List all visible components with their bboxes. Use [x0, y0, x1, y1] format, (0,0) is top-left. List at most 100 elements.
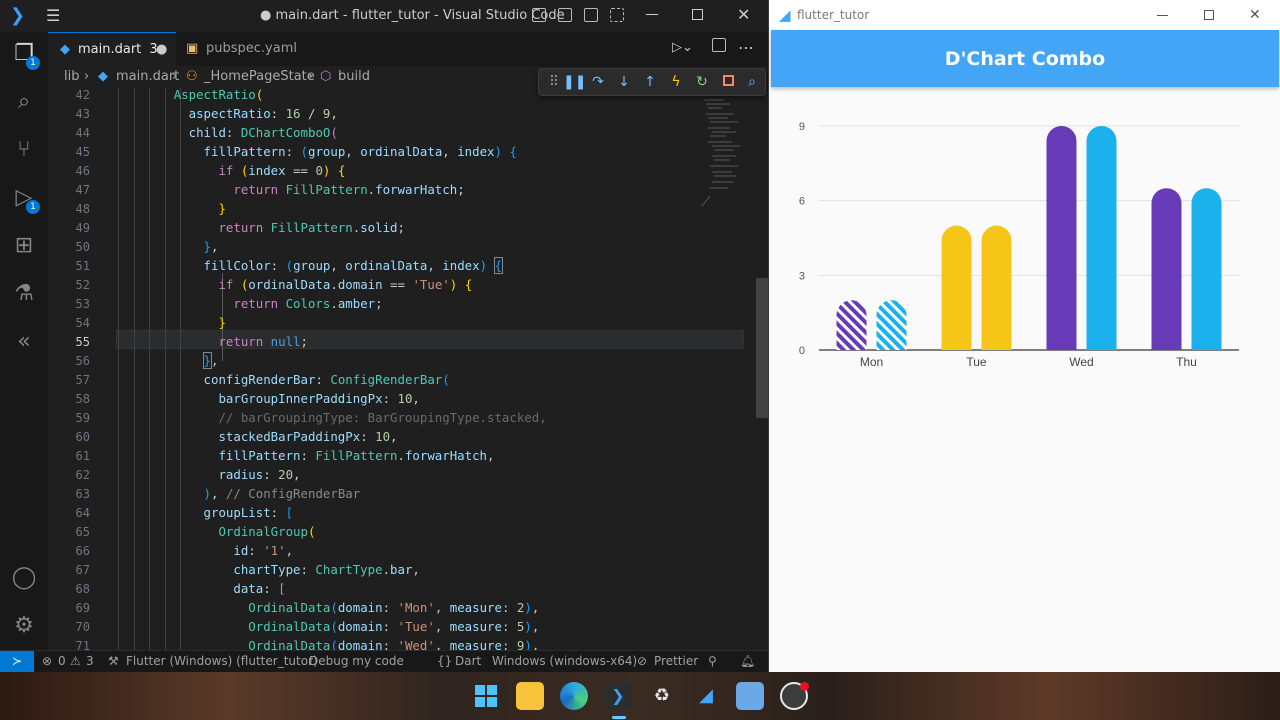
- feedback-icon[interactable]: ⚲: [708, 651, 717, 672]
- close-icon[interactable]: ✕: [1249, 0, 1261, 30]
- stop-icon[interactable]: [719, 73, 737, 91]
- recording-indicator-icon: [800, 682, 809, 691]
- notifications-bell-icon[interactable]: 🔔︎: [740, 651, 755, 672]
- code-editor[interactable]: 42 43 44 45 46 47 48 49 50 51 52 53 54 5…: [48, 88, 756, 650]
- breadcrumb-file[interactable]: main.dart: [116, 66, 179, 88]
- problems-error-icon[interactable]: ⊗: [42, 651, 52, 672]
- bar-wed-series-1[interactable]: [1046, 126, 1077, 350]
- breadcrumb-class[interactable]: _HomePageState: [204, 66, 315, 88]
- code-line: }: [218, 315, 226, 330]
- breadcrumb-separator-icon: ›: [84, 69, 90, 84]
- pause-icon[interactable]: ❚❚: [563, 73, 586, 91]
- flutter-session[interactable]: Flutter (Windows) (flutter_tutor): [126, 651, 318, 672]
- code-line: stackedBarPaddingPx: 10,: [218, 429, 398, 444]
- braces-icon: {}: [437, 654, 453, 668]
- breadcrumb-separator-icon: ›: [308, 69, 314, 84]
- search-icon[interactable]: ⌕: [10, 88, 38, 116]
- drag-handle-icon[interactable]: ⠿: [545, 73, 563, 91]
- prettier-status[interactable]: Prettier: [654, 651, 698, 672]
- bar-thu-series-1[interactable]: [1151, 188, 1182, 350]
- bar-tue-series-2[interactable]: [981, 225, 1012, 350]
- line-number: 45: [75, 145, 90, 159]
- y-tick-label: 3: [799, 270, 805, 282]
- line-number: 52: [75, 278, 90, 292]
- minimize-icon[interactable]: [646, 14, 658, 15]
- line-number: 64: [75, 506, 90, 520]
- editor-scrollbar[interactable]: [756, 88, 768, 650]
- bar-wed-series-2[interactable]: [1086, 126, 1117, 350]
- file-explorer-icon[interactable]: [516, 682, 544, 710]
- status-bar: ≻ ⊗ 0 ⚠ 3 ⚒ Flutter (Windows) (flutter_t…: [0, 650, 768, 672]
- account-icon[interactable]: ◯: [10, 564, 38, 592]
- notepad-icon[interactable]: [736, 682, 764, 710]
- line-number: 62: [75, 468, 90, 482]
- debug-mode[interactable]: Debug my code: [309, 651, 404, 672]
- code-line: OrdinalData(domain: 'Wed', measure: 9),: [248, 638, 540, 650]
- vscode-taskbar-icon[interactable]: ❯: [604, 682, 632, 710]
- customize-layout-icon[interactable]: [610, 8, 624, 22]
- line-number: 50: [75, 240, 90, 254]
- line-number: 44: [75, 126, 90, 140]
- active-app-indicator: [612, 716, 626, 719]
- more-actions-icon[interactable]: ⋯: [738, 38, 754, 57]
- code-line: return Colors.amber;: [233, 296, 383, 311]
- code-line: child: DChartComboO(: [188, 125, 338, 140]
- step-over-icon[interactable]: ↷: [589, 73, 607, 91]
- language-mode[interactable]: Dart: [455, 651, 481, 672]
- problems-warning-icon[interactable]: ⚠: [70, 651, 81, 672]
- step-into-icon[interactable]: ↓: [615, 73, 633, 91]
- restart-icon[interactable]: ↻: [693, 73, 711, 91]
- recycle-bin-icon[interactable]: ♻: [648, 682, 676, 710]
- bar-mon-series-2[interactable]: [876, 300, 907, 350]
- code-line: configRenderBar: ConfigRenderBar(: [203, 372, 450, 387]
- settings-gear-icon[interactable]: ⚙: [10, 612, 38, 640]
- menu-icon[interactable]: ☰: [46, 6, 60, 25]
- edge-browser-icon[interactable]: [560, 682, 588, 710]
- minimize-icon[interactable]: [1157, 15, 1168, 16]
- code-line: return null;: [218, 334, 308, 349]
- line-number: 67: [75, 563, 90, 577]
- error-count[interactable]: 0: [58, 651, 66, 672]
- start-windows-icon[interactable]: [472, 682, 500, 710]
- code-line: OrdinalData(domain: 'Tue', measure: 5),: [248, 619, 540, 634]
- toggle-sidebar-icon[interactable]: [532, 8, 546, 22]
- close-icon[interactable]: ✕: [737, 5, 750, 24]
- breadcrumb-lib[interactable]: lib: [64, 66, 79, 88]
- warning-count[interactable]: 3: [86, 651, 94, 672]
- toggle-panel-icon[interactable]: [558, 8, 572, 22]
- modified-dot-icon[interactable]: ●: [156, 33, 167, 67]
- line-number: 61: [75, 449, 90, 463]
- scrollbar-thumb[interactable]: [756, 278, 768, 418]
- line-number: 46: [75, 164, 90, 178]
- remote-icon[interactable]: ≻: [0, 651, 34, 672]
- code-line: fillColor: (group, ordinalData, index) {: [203, 257, 504, 274]
- minimap[interactable]: [700, 96, 748, 216]
- maximize-icon[interactable]: [1204, 10, 1214, 20]
- bar-mon-series-1[interactable]: [836, 300, 867, 350]
- device-selector[interactable]: Windows (windows-x64): [492, 651, 637, 672]
- split-editor-icon[interactable]: [712, 38, 726, 52]
- hot-reload-icon[interactable]: ϟ: [667, 73, 685, 91]
- editor-tabs: ◆ main.dart 3 ● ▣ pubspec.yaml ▷⌄ ⋯: [48, 32, 768, 66]
- maximize-icon[interactable]: [692, 9, 703, 20]
- flutter-device-icon: ⚒: [108, 654, 119, 668]
- line-number: 53: [75, 297, 90, 311]
- tab-pubspec[interactable]: ▣ pubspec.yaml: [176, 32, 306, 66]
- breadcrumb-method[interactable]: build: [338, 66, 370, 88]
- line-number: 51: [75, 259, 90, 273]
- flutter-app-taskbar-icon[interactable]: ◢: [692, 682, 720, 710]
- code-line: }: [218, 201, 226, 216]
- run-file-icon[interactable]: ▷⌄: [672, 40, 693, 55]
- devtools-search-icon[interactable]: ⌕: [743, 73, 761, 91]
- testing-icon[interactable]: ⚗: [10, 280, 38, 308]
- extensions-icon[interactable]: ⊞: [10, 232, 38, 260]
- step-out-icon[interactable]: ↑: [641, 73, 659, 91]
- bar-tue-series-1[interactable]: [941, 225, 972, 350]
- flutter-icon[interactable]: «: [10, 328, 38, 356]
- code-line: ), // ConfigRenderBar: [203, 486, 361, 501]
- bar-thu-series-2[interactable]: [1191, 188, 1222, 350]
- source-control-icon[interactable]: ⑂: [10, 136, 38, 164]
- toggle-secondary-sidebar-icon[interactable]: [584, 8, 598, 22]
- tab-label: pubspec.yaml: [206, 41, 297, 56]
- tab-main-dart[interactable]: ◆ main.dart 3 ●: [48, 32, 176, 66]
